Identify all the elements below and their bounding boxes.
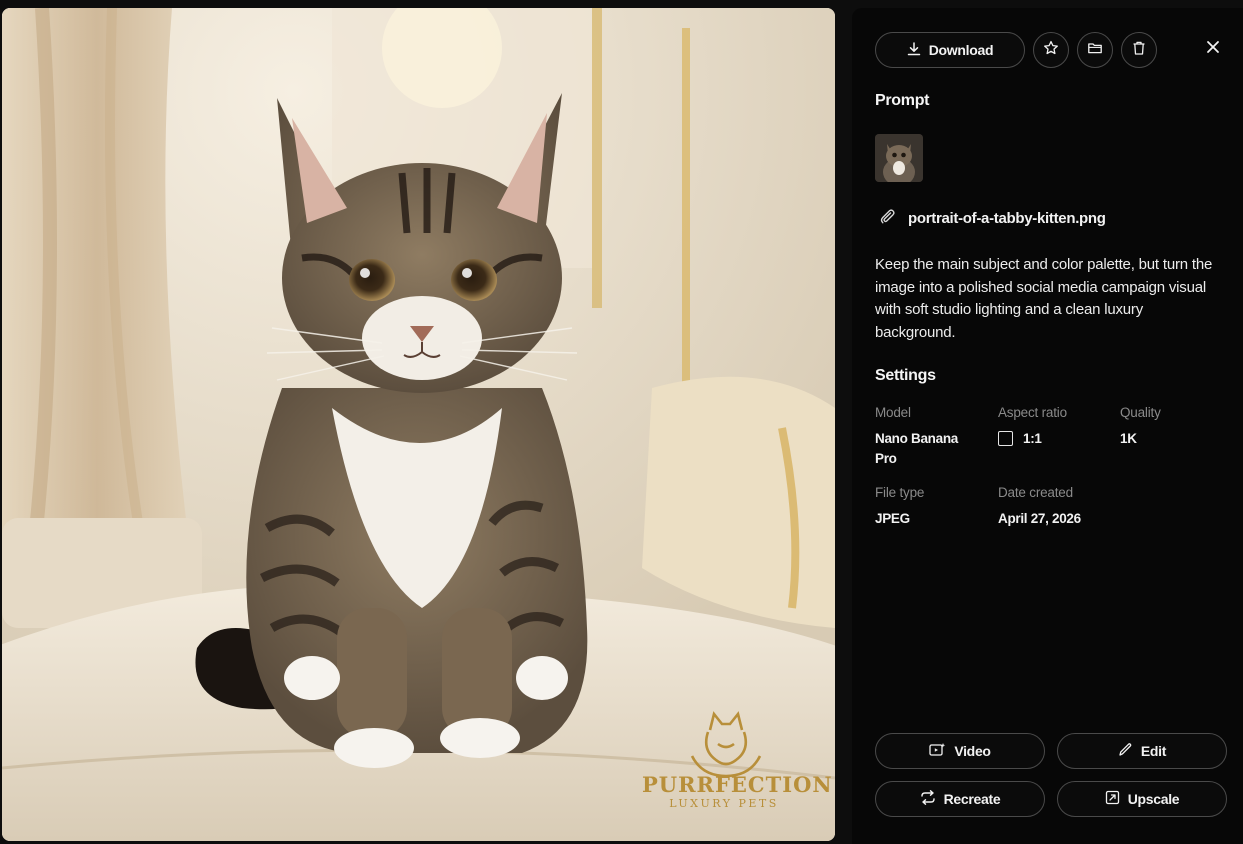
close-button[interactable] [1200, 36, 1226, 62]
upscale-label: Upscale [1127, 791, 1180, 807]
kitten-photo [2, 8, 835, 841]
paperclip-icon [879, 208, 896, 229]
quality-label: Quality [1120, 405, 1161, 420]
star-icon [1043, 40, 1059, 61]
square-ratio-icon [998, 431, 1013, 446]
upscale-button[interactable]: Upscale [1057, 781, 1227, 817]
download-button[interactable]: Download [875, 32, 1025, 68]
favorite-button[interactable] [1033, 32, 1069, 68]
recreate-label: Recreate [943, 791, 1001, 807]
logo-title: PURRFECTION [642, 772, 833, 797]
attachment-filename: portrait-of-a-tabby-kitten.png [908, 210, 1106, 227]
trash-icon [1131, 40, 1147, 61]
aspect-ratio-value: 1:1 [998, 429, 1042, 449]
video-label: Video [954, 743, 991, 759]
logo-subtitle: LUXURY PETS [669, 797, 779, 810]
recreate-button[interactable]: Recreate [875, 781, 1045, 817]
upscale-icon [1105, 790, 1120, 808]
quality-value: 1K [1120, 431, 1137, 446]
prompt-heading: Prompt [875, 92, 930, 109]
download-label: Download [928, 42, 994, 58]
video-button[interactable]: Video [875, 733, 1045, 769]
folder-icon [1087, 40, 1103, 61]
delete-button[interactable] [1121, 32, 1157, 68]
reference-thumbnail[interactable] [875, 134, 923, 182]
file-type-value: JPEG [875, 511, 910, 526]
model-label: Model [875, 405, 911, 420]
date-created-label: Date created [998, 485, 1073, 500]
recreate-icon [920, 790, 936, 808]
edit-button[interactable]: Edit [1057, 733, 1227, 769]
attachment[interactable]: portrait-of-a-tabby-kitten.png [879, 208, 1106, 229]
move-to-folder-button[interactable] [1077, 32, 1113, 68]
model-value: Nano Banana Pro [875, 431, 958, 466]
settings-heading: Settings [875, 367, 936, 384]
file-type-label: File type [875, 485, 925, 500]
download-icon [907, 41, 921, 59]
aspect-ratio-label: Aspect ratio [998, 405, 1067, 420]
aspect-ratio-text: 1:1 [1023, 431, 1042, 446]
video-sparkle-icon [929, 742, 946, 760]
close-icon [1206, 40, 1220, 59]
prompt-text: Keep the main subject and color palette,… [875, 256, 1213, 341]
pencil-icon [1118, 742, 1133, 760]
date-created-value: April 27, 2026 [998, 511, 1081, 526]
generated-image: PURRFECTION LUXURY PETS [2, 8, 835, 841]
edit-label: Edit [1140, 743, 1167, 759]
details-panel: Download Prompt portrait-of-a-tabby-kitt… [852, 8, 1243, 844]
